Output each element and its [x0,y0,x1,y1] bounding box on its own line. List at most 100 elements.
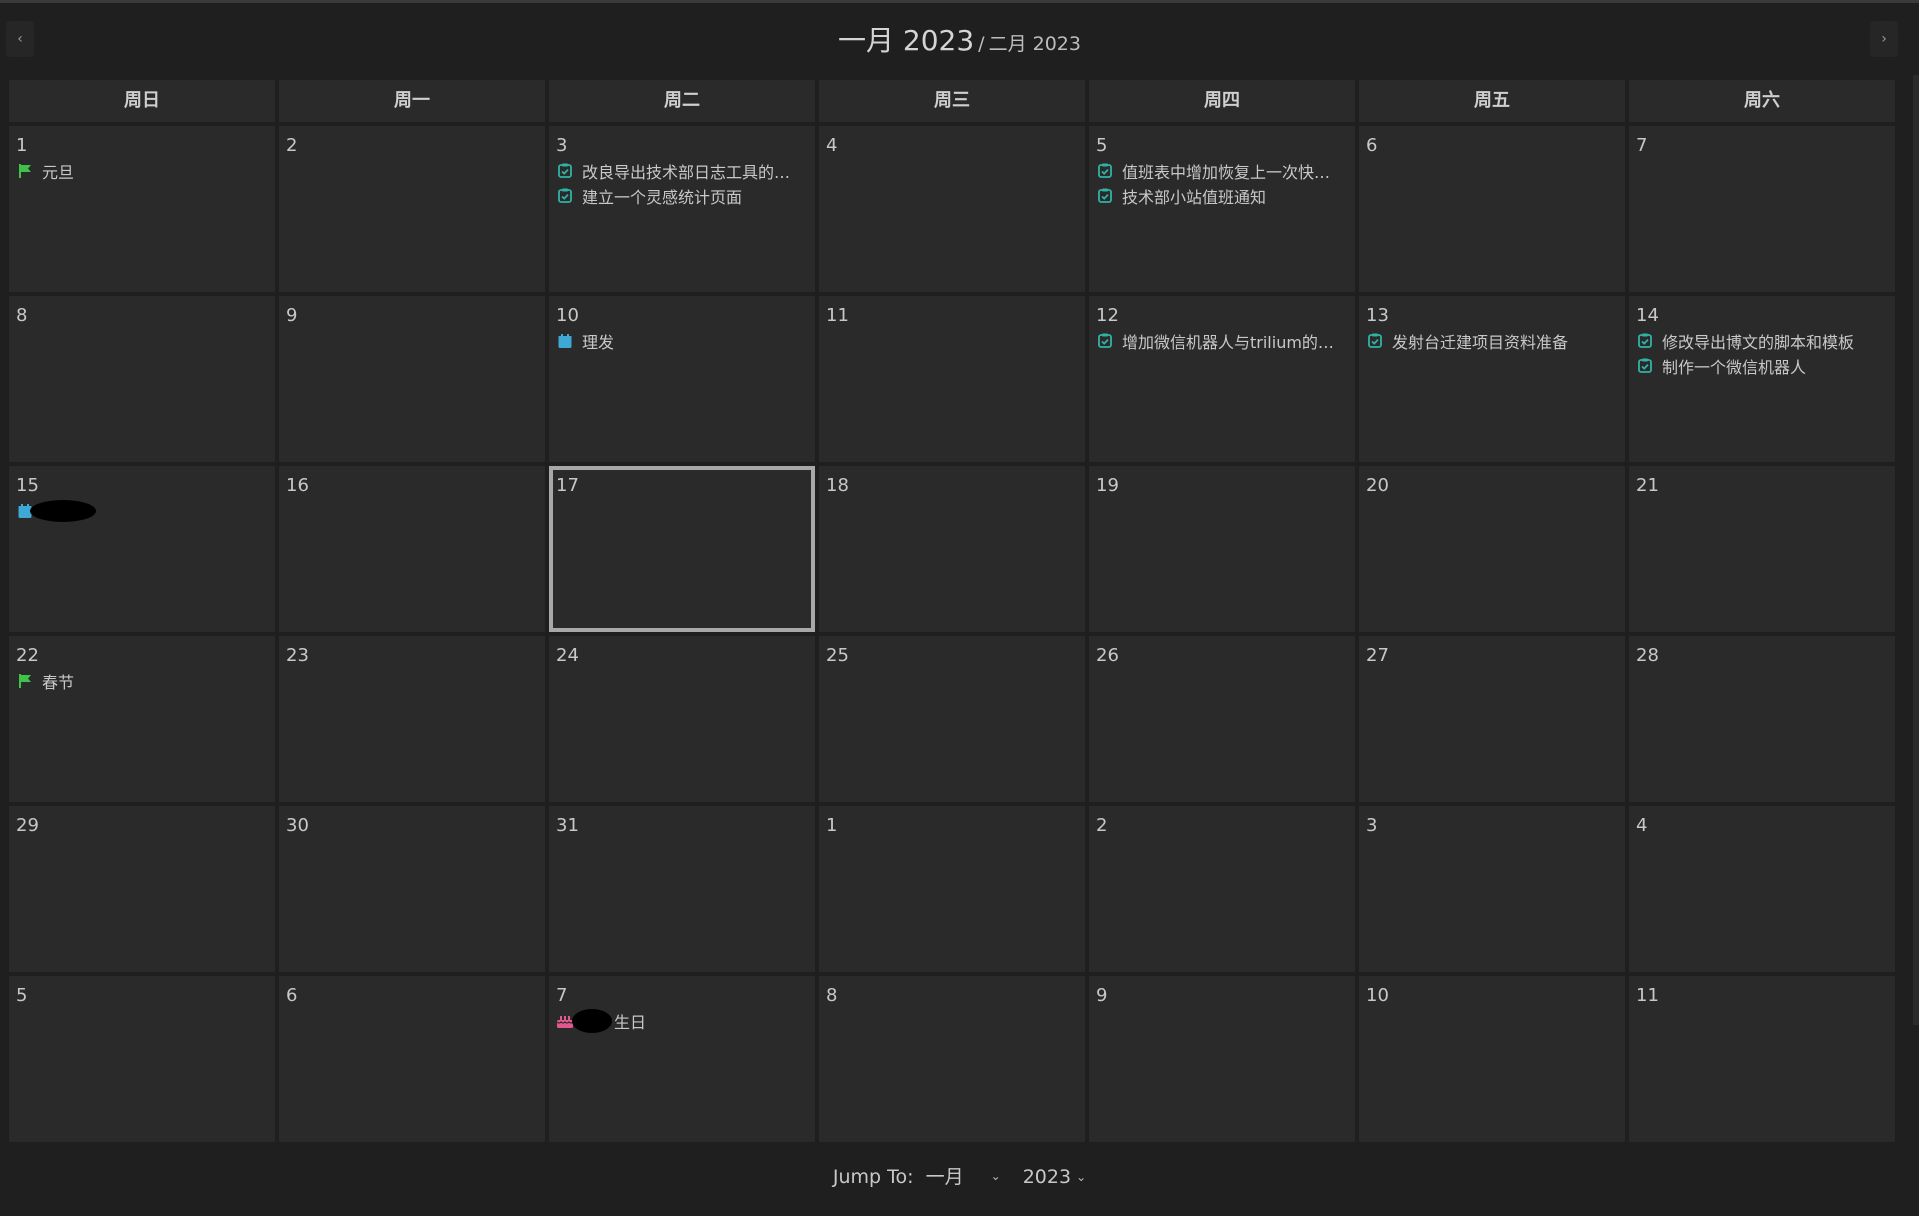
day-number: 3 [556,135,568,156]
current-month-title: 一月 2023 [838,24,975,57]
chevron-down-icon: ⌄ [990,1168,1001,1183]
flag-icon [16,672,34,690]
day-cell[interactable]: 3 改良导出技术部日志工具的… 建立一个灵感统计页面 [549,126,815,292]
event-holiday[interactable]: 元旦 [16,158,268,183]
day-cell[interactable]: 19 [1089,466,1355,632]
day-cell[interactable]: 27 [1359,636,1625,802]
day-number: 4 [1636,815,1648,836]
event-calendar[interactable] [16,498,268,523]
day-cell[interactable]: 16 [279,466,545,632]
day-cell[interactable]: 11 [819,296,1085,462]
day-cell[interactable]: 6 [1359,126,1625,292]
day-number: 1 [16,135,28,156]
day-number: 19 [1096,475,1119,496]
chevron-down-icon: ⌄ [1076,1170,1087,1184]
next-month-title[interactable]: 二月 2023 [989,33,1081,55]
day-cell[interactable]: 31 [549,806,815,972]
day-cell[interactable]: 5 [9,976,275,1142]
day-cell[interactable]: 21 [1629,466,1895,632]
day-cell[interactable]: 7 [1629,126,1895,292]
flag-icon [16,162,34,180]
day-number: 9 [1096,985,1108,1006]
day-cell[interactable]: 9 [1089,976,1355,1142]
event-label: 增加微信机器人与trilium的… [1122,332,1334,352]
day-cell[interactable]: 22 春节 [9,636,275,802]
event-task[interactable]: 值班表中增加恢复上一次快… [1096,158,1348,183]
event-task[interactable]: 制作一个微信机器人 [1636,353,1888,378]
day-cell[interactable]: 2 [1089,806,1355,972]
event-label: 理发 [582,332,615,352]
jump-to-bar: Jump To: 一月 ⌄ 2023 ⌄ [0,1162,1919,1189]
weekday-header: 周五 [1359,80,1625,122]
day-number: 22 [16,645,39,666]
scrollbar[interactable] [1913,75,1919,1025]
day-cell[interactable]: 25 [819,636,1085,802]
day-cell[interactable]: 20 [1359,466,1625,632]
day-cell[interactable]: 9 [279,296,545,462]
event-label: 建立一个灵感统计页面 [582,187,743,207]
day-cell[interactable]: 5 值班表中增加恢复上一次快… 技术部小站值班通知 [1089,126,1355,292]
weekday-header: 周四 [1089,80,1355,122]
day-number: 3 [1366,815,1378,836]
day-cell[interactable]: 24 [549,636,815,802]
calendar-title: 一月 2023/二月 2023 [0,19,1919,59]
month-select-value: 一月 [925,1166,964,1188]
day-number: 13 [1366,305,1389,326]
day-number: 7 [556,985,568,1006]
day-number: 23 [286,645,309,666]
year-select-value: 2023 [1022,1166,1072,1188]
day-cell-today[interactable]: 17 [549,466,815,632]
day-cell[interactable]: 15 [9,466,275,632]
checkbox-icon [1096,332,1114,350]
day-cell[interactable]: 8 [9,296,275,462]
event-birthday[interactable]: 生日 [556,1008,808,1033]
day-cell[interactable]: 30 [279,806,545,972]
day-cell[interactable]: 10 [1359,976,1625,1142]
day-cell[interactable]: 1 [819,806,1085,972]
day-cell[interactable]: 28 [1629,636,1895,802]
day-cell[interactable]: 26 [1089,636,1355,802]
day-cell[interactable]: 12 增加微信机器人与trilium的… [1089,296,1355,462]
day-number: 8 [16,305,28,326]
day-number: 10 [1366,985,1389,1006]
day-cell[interactable]: 7 生日 [549,976,815,1142]
day-number: 6 [1366,135,1378,156]
day-cell[interactable]: 29 [9,806,275,972]
event-holiday[interactable]: 春节 [16,668,268,693]
day-cell[interactable]: 14 修改导出博文的脚本和模板 制作一个微信机器人 [1629,296,1895,462]
day-number: 18 [826,475,849,496]
day-cell[interactable]: 1 元旦 [9,126,275,292]
day-number: 21 [1636,475,1659,496]
day-number: 24 [556,645,579,666]
weekday-header: 周二 [549,80,815,122]
day-cell[interactable]: 4 [1629,806,1895,972]
month-select[interactable]: 一月 ⌄ [926,1162,1001,1189]
day-cell[interactable]: 13 发射台迁建项目资料准备 [1359,296,1625,462]
event-task[interactable]: 改良导出技术部日志工具的… [556,158,808,183]
day-cell[interactable]: 8 [819,976,1085,1142]
day-number: 5 [16,985,28,1006]
weekday-header-row: 周日 周一 周二 周三 周四 周五 周六 [9,80,1895,122]
event-task[interactable]: 技术部小站值班通知 [1096,183,1348,208]
day-cell[interactable]: 18 [819,466,1085,632]
day-number: 12 [1096,305,1119,326]
day-cell[interactable]: 23 [279,636,545,802]
event-task[interactable]: 建立一个灵感统计页面 [556,183,808,208]
event-task[interactable]: 发射台迁建项目资料准备 [1366,328,1618,353]
day-number: 28 [1636,645,1659,666]
event-task[interactable]: 修改导出博文的脚本和模板 [1636,328,1888,353]
next-month-button[interactable]: › [1870,21,1898,57]
weekday-header: 周三 [819,80,1085,122]
event-task[interactable]: 增加微信机器人与trilium的… [1096,328,1348,353]
day-number: 30 [286,815,309,836]
day-cell[interactable]: 10 理发 [549,296,815,462]
day-cell[interactable]: 2 [279,126,545,292]
day-cell[interactable]: 6 [279,976,545,1142]
day-cell[interactable]: 11 [1629,976,1895,1142]
year-select[interactable]: 2023 ⌄ [1023,1166,1086,1188]
day-cell[interactable]: 3 [1359,806,1625,972]
day-cell[interactable]: 4 [819,126,1085,292]
event-calendar[interactable]: 理发 [556,328,808,353]
day-number: 20 [1366,475,1389,496]
day-number: 8 [826,985,838,1006]
